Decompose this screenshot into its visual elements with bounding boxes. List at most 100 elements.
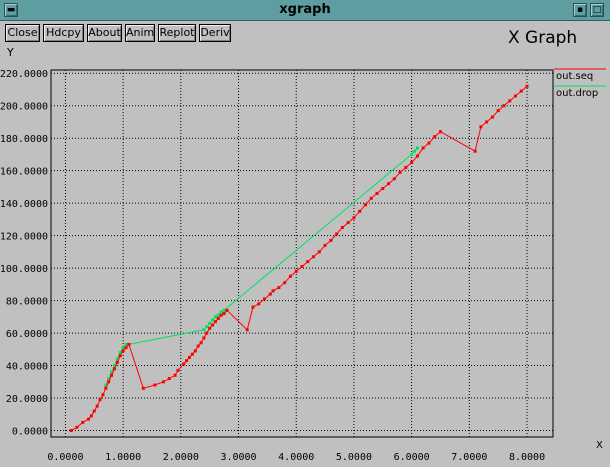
data-point — [410, 161, 414, 165]
data-point — [190, 352, 194, 356]
data-point — [415, 154, 419, 158]
data-point — [141, 386, 145, 390]
x-tick-label: 6.0000 — [394, 452, 430, 463]
data-point — [202, 336, 206, 340]
legend-label: out.drop — [556, 88, 598, 99]
data-point — [107, 380, 111, 384]
data-point — [381, 187, 385, 191]
data-point — [153, 383, 157, 387]
data-point — [363, 203, 367, 207]
data-point — [369, 196, 373, 200]
data-point — [208, 321, 212, 325]
y-tick-label: 20.0000 — [6, 394, 48, 405]
data-point — [251, 305, 255, 309]
data-point — [92, 409, 96, 413]
data-point — [392, 177, 396, 181]
data-point — [490, 115, 494, 119]
data-point — [294, 269, 298, 273]
data-point — [81, 420, 85, 424]
data-point — [473, 149, 477, 153]
data-point — [216, 313, 220, 317]
data-point — [176, 368, 180, 372]
data-point — [346, 221, 350, 225]
series-line-out-drop — [105, 147, 418, 386]
data-point — [317, 250, 321, 254]
data-point — [268, 292, 272, 296]
data-point — [277, 286, 281, 290]
data-point — [387, 182, 391, 186]
y-tick-label: 160.0000 — [0, 167, 48, 178]
data-point — [182, 362, 186, 366]
data-point — [222, 308, 226, 312]
data-point — [421, 146, 425, 150]
data-point — [358, 209, 362, 213]
y-tick-label: 40.0000 — [6, 362, 48, 373]
data-point — [508, 99, 512, 103]
data-point — [219, 313, 223, 317]
data-point — [118, 354, 122, 358]
data-point — [427, 141, 431, 145]
data-point — [162, 380, 166, 384]
data-point — [95, 404, 99, 408]
data-point — [104, 386, 108, 390]
data-point — [398, 170, 402, 174]
data-point — [438, 130, 442, 134]
data-point — [87, 417, 91, 421]
data-point — [340, 226, 344, 230]
y-tick-label: 200.0000 — [0, 102, 48, 113]
x-tick-label: 7.0000 — [451, 452, 487, 463]
y-tick-label: 140.0000 — [0, 199, 48, 210]
xgraph-window: ▬ xgraph ▪ □ Close Hdcpy About Anim Repl… — [0, 0, 610, 467]
data-point — [199, 341, 203, 345]
data-point — [375, 191, 379, 195]
data-point — [115, 360, 119, 364]
data-point — [335, 232, 339, 236]
data-point — [98, 398, 102, 402]
plot-frame — [50, 69, 554, 438]
data-point — [245, 328, 249, 332]
data-point — [262, 297, 266, 301]
data-point — [121, 346, 125, 350]
data-point — [502, 104, 506, 108]
data-point — [479, 125, 483, 129]
y-tick-label: 100.0000 — [0, 264, 48, 275]
data-point — [110, 373, 114, 377]
data-point — [323, 243, 327, 247]
data-point — [211, 323, 215, 327]
plot-area[interactable]: 0.0000 20.0000 40.0000 60.0000 80.0000 100.00… — [0, 0, 610, 467]
data-point — [167, 377, 171, 381]
data-point — [69, 429, 73, 433]
x-tick-label: 3.0000 — [220, 452, 256, 463]
series-line-out-seq — [70, 85, 528, 431]
y-tick-label: 0.0000 — [12, 427, 48, 438]
data-point — [415, 146, 419, 150]
data-point — [193, 349, 197, 353]
data-point — [75, 425, 79, 429]
data-point — [112, 367, 116, 371]
legend-label: out.seq — [556, 71, 593, 82]
data-point — [213, 320, 217, 324]
data-point — [413, 149, 417, 153]
data-point — [124, 346, 128, 350]
data-point — [185, 359, 189, 363]
x-tick-label: 4.0000 — [278, 452, 314, 463]
data-point — [205, 331, 209, 335]
data-point — [271, 289, 275, 293]
data-point — [213, 315, 217, 319]
x-tick-label: 0.0000 — [47, 452, 83, 463]
data-point — [219, 310, 223, 314]
y-tick-label: 120.0000 — [0, 232, 48, 243]
x-tick-label: 2.0000 — [163, 452, 199, 463]
data-point — [288, 274, 292, 278]
data-point — [222, 312, 226, 316]
data-point — [208, 326, 212, 330]
data-point — [205, 325, 209, 329]
data-point — [127, 342, 131, 346]
data-point — [121, 349, 125, 353]
data-point — [202, 328, 206, 332]
data-point — [196, 344, 200, 348]
data-point — [211, 318, 215, 322]
data-point — [173, 373, 177, 377]
data-point — [187, 355, 191, 359]
data-point — [513, 94, 517, 98]
